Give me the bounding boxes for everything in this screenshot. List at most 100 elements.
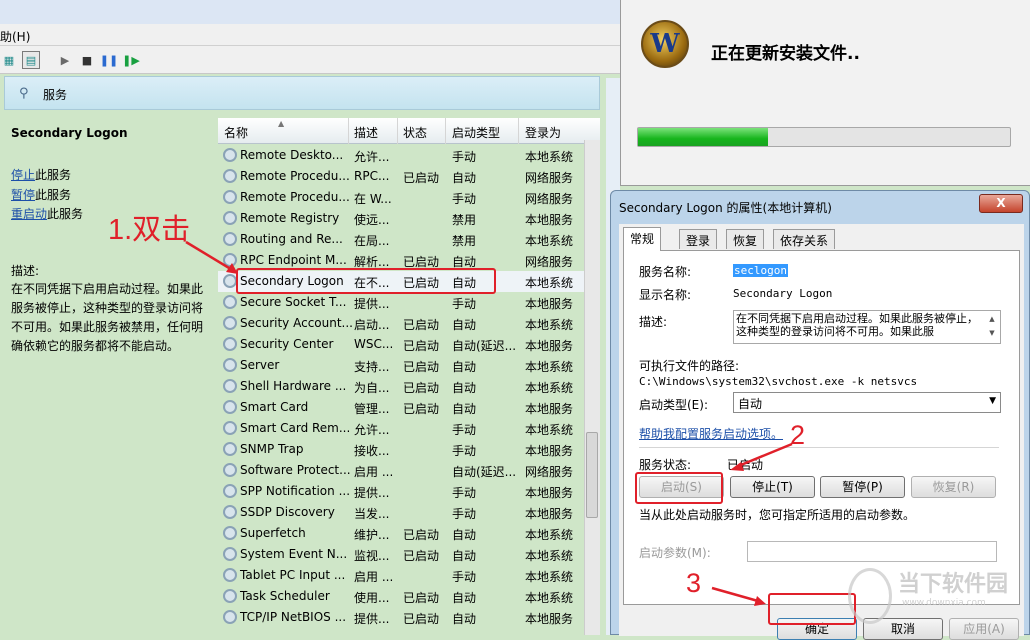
cell-desc: 启用 ... (354, 570, 394, 584)
annotation-step1: 1.双击 (108, 214, 191, 246)
resume-button[interactable]: 恢复(R) (911, 476, 996, 498)
cell-desc: 接收... (354, 444, 390, 458)
cell-startup: 手动 (452, 507, 477, 521)
stop-icon[interactable]: ■ (78, 51, 96, 69)
column-name[interactable]: 名称 (224, 124, 248, 141)
cell-logon: 网络服务 (525, 192, 574, 206)
cell-desc: 启动... (354, 318, 390, 332)
table-row[interactable]: Remote Procedu... 在 W... 手动 网络服务 (218, 187, 584, 208)
cell-name: Security Center (240, 337, 334, 351)
table-row[interactable]: Secure Socket T... 提供... 手动 本地服务 (218, 292, 584, 313)
service-gear-icon (223, 190, 237, 204)
table-row[interactable]: Remote Deskto... 允许... 手动 本地系统 (218, 145, 584, 166)
cell-desc: 使远... (354, 213, 390, 227)
start-params-input[interactable] (747, 541, 997, 562)
selected-service-title: Secondary Logon (11, 126, 128, 140)
table-row[interactable]: Security Center WSC... 已启动 自动(延迟... 本地服务 (218, 334, 584, 355)
column-status[interactable]: 状态 (403, 124, 427, 141)
description-field[interactable]: 在不同凭据下启用启动过程。如果此服务被停止，这种类型的登录访问将不可用。如果此服… (733, 310, 1001, 344)
update-progress-bar (637, 127, 1011, 147)
table-row[interactable]: Smart Card 管理... 已启动 自动 本地服务 (218, 397, 584, 418)
cell-name: TCP/IP NetBIOS ... (240, 610, 347, 624)
column-logon-as[interactable]: 登录为 (525, 124, 561, 141)
service-name-value: seclogon (733, 264, 788, 277)
pause-icon[interactable]: ❚❚ (100, 51, 118, 69)
cell-logon: 本地系统 (525, 381, 574, 395)
cell-logon: 本地服务 (525, 612, 574, 626)
cell-logon: 本地服务 (525, 486, 574, 500)
cell-desc: 提供... (354, 612, 390, 626)
table-row[interactable]: SNMP Trap 接收... 手动 本地服务 (218, 439, 584, 460)
pause-button[interactable]: 暂停(P) (820, 476, 905, 498)
menubar: 助(H) (0, 24, 620, 46)
magnifier-icon: ⚲ (19, 86, 29, 101)
cell-logon: 网络服务 (525, 171, 574, 185)
cell-desc: 维护... (354, 528, 390, 542)
startup-type-select[interactable]: 自动 ▼ (733, 392, 1001, 413)
cell-logon: 本地服务 (525, 402, 574, 416)
cell-logon: 本地系统 (525, 150, 574, 164)
display-name-label: 显示名称: (639, 288, 692, 302)
cell-desc: 启用 ... (354, 465, 394, 479)
table-row[interactable]: Task Scheduler 使用... 已启动 自动 本地系统 (218, 586, 584, 607)
stop-service-action: 停止此服务 (11, 168, 72, 182)
cell-name: Software Protect... (240, 463, 351, 477)
watermark-url: www.downxia.com (902, 598, 986, 608)
display-name-value: Secondary Logon (733, 287, 833, 300)
menu-help[interactable]: 助(H) (0, 30, 30, 44)
cell-logon: 本地系统 (525, 549, 574, 563)
properties-icon[interactable]: ▤ (22, 51, 40, 69)
tab-general[interactable]: 常规 (623, 227, 662, 251)
table-row[interactable]: TCP/IP NetBIOS ... 提供... 已启动 自动 本地服务 (218, 607, 584, 628)
play-icon[interactable]: ▶ (56, 51, 74, 69)
console-tree-icon[interactable]: ▦ (0, 51, 18, 69)
table-row[interactable]: Remote Procedu... RPC... 已启动 自动 网络服务 (218, 166, 584, 187)
table-row[interactable]: Shell Hardware ... 为自... 已启动 自动 本地系统 (218, 376, 584, 397)
cell-name: Security Account... (240, 316, 353, 330)
scrollbar-thumb[interactable] (586, 432, 598, 518)
tab-logon[interactable]: 登录 (679, 229, 718, 249)
cell-desc: 允许... (354, 423, 390, 437)
chevron-down-icon: ▼ (989, 396, 996, 406)
table-row[interactable]: Tablet PC Input ... 启用 ... 手动 本地系统 (218, 565, 584, 586)
table-row[interactable]: Smart Card Rem... 允许... 手动 本地系统 (218, 418, 584, 439)
exe-path-label: 可执行文件的路径: (639, 359, 740, 373)
table-row[interactable]: SPP Notification ... 提供... 手动 本地服务 (218, 481, 584, 502)
list-scrollbar[interactable] (584, 140, 600, 635)
cell-startup: 自动(延迟... (452, 465, 517, 479)
table-row[interactable]: Server 支持... 已启动 自动 本地系统 (218, 355, 584, 376)
service-gear-icon (223, 211, 237, 225)
watermark-logo-icon (848, 568, 892, 624)
column-description[interactable]: 描述 (354, 124, 378, 141)
cell-name: Remote Registry (240, 211, 340, 225)
service-gear-icon (223, 358, 237, 372)
toolbar: ▦ ▤ ▶ ■ ❚❚ ❚▶ (0, 46, 620, 74)
service-gear-icon (223, 442, 237, 456)
cell-logon: 本地服务 (525, 297, 574, 311)
description-field-label: 描述: (639, 315, 668, 329)
tab-recovery[interactable]: 恢复 (726, 229, 765, 249)
pause-service-link[interactable]: 暂停 (11, 188, 35, 202)
resume-icon[interactable]: ❚▶ (122, 51, 140, 69)
table-row[interactable]: Remote Registry 使远... 禁用 本地服务 (218, 208, 584, 229)
restart-service-link[interactable]: 重启动 (11, 207, 47, 221)
table-row[interactable]: System Event N... 监视... 已启动 自动 本地系统 (218, 544, 584, 565)
description-label: 描述: (11, 264, 40, 278)
table-row[interactable]: Security Account... 启动... 已启动 自动 本地系统 (218, 313, 584, 334)
tab-dependencies[interactable]: 依存关系 (773, 229, 836, 249)
close-button[interactable]: X (979, 194, 1023, 213)
stop-service-link[interactable]: 停止 (11, 168, 35, 182)
service-status-label: 服务状态: (639, 458, 692, 472)
table-row[interactable]: Software Protect... 启用 ... 自动(延迟... 网络服务 (218, 460, 584, 481)
stop-button[interactable]: 停止(T) (730, 476, 815, 498)
cell-desc: 允许... (354, 150, 390, 164)
table-row[interactable]: Routing and Re... 在局... 禁用 本地系统 (218, 229, 584, 250)
description-scroll-arrows-icon[interactable]: ▲ ▼ (985, 312, 999, 342)
table-row[interactable]: Superfetch 维护... 已启动 自动 本地系统 (218, 523, 584, 544)
apply-button[interactable]: 应用(A) (949, 618, 1019, 640)
column-startup-type[interactable]: 启动类型 (452, 124, 500, 141)
cell-logon: 本地系统 (525, 423, 574, 437)
table-row[interactable]: SSDP Discovery 当发... 手动 本地服务 (218, 502, 584, 523)
cell-desc: 管理... (354, 402, 390, 416)
service-detail-pane: Secondary Logon 停止此服务 暂停此服务 重启动此服务 描述: 在… (4, 110, 216, 635)
